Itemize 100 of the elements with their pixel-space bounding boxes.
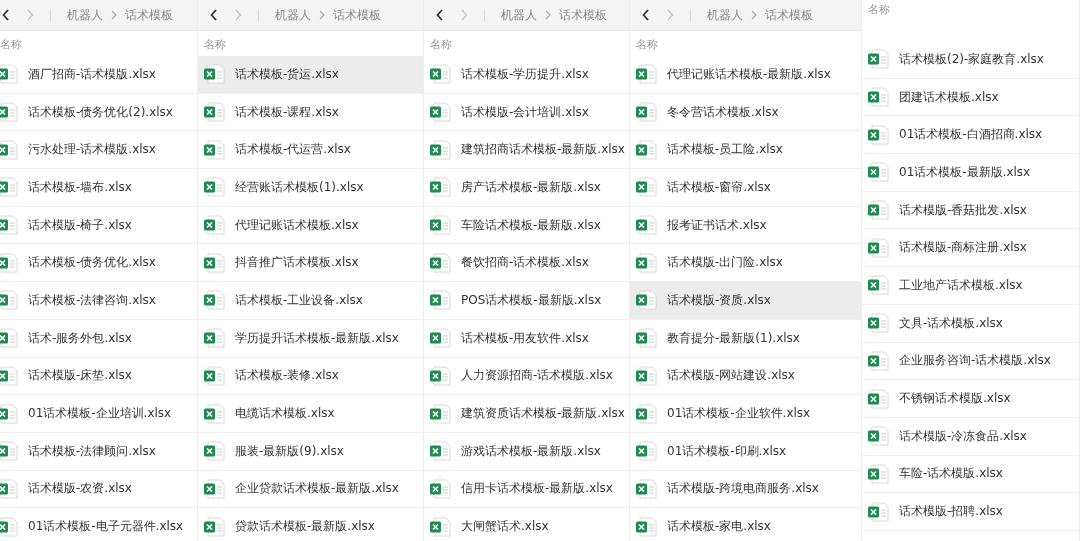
file-row[interactable]: 话术模板-货运.xlsx: [198, 56, 423, 94]
file-row[interactable]: 话术模版-招聘.xlsx: [862, 493, 1079, 531]
file-row[interactable]: 话术模板-用友软件.xlsx: [424, 319, 629, 358]
file-row[interactable]: 话术模版-会计培训.xlsx: [424, 93, 629, 132]
file-name: 话术模板-用友软件.xlsx: [461, 329, 589, 347]
back-icon[interactable]: [436, 9, 444, 21]
file-row[interactable]: 学历提升话术模板-最新版.xlsx: [198, 319, 423, 358]
file-row[interactable]: 经营账话术模板(1).xlsx: [198, 169, 423, 207]
spreadsheet-file-icon: [635, 252, 657, 273]
chevron-icon: [319, 10, 325, 20]
file-name: 文具-话术模板.xlsx: [899, 314, 1003, 332]
file-row[interactable]: 01话术模板-最新版.xlsx: [862, 154, 1079, 192]
file-row[interactable]: 电缆话术模板.xlsx: [198, 395, 423, 433]
file-name: 话术模版-香菇批发.xlsx: [899, 201, 1027, 219]
spreadsheet-file-icon: [635, 177, 657, 198]
file-name: 话术模板-代运营.xlsx: [235, 141, 351, 159]
file-row[interactable]: 企业服务咨询-话术模版.xlsx: [862, 342, 1079, 381]
file-name: 话术模板(2)-家庭教育.xlsx: [899, 50, 1044, 68]
file-row[interactable]: 报考证书话术.xlsx: [630, 206, 861, 245]
file-row[interactable]: 话术模版-椅子.xlsx: [0, 206, 197, 245]
file-row[interactable]: 01话术模板-印刷.xlsx: [630, 432, 861, 471]
back-icon[interactable]: [642, 9, 650, 21]
file-row[interactable]: 01话术模板-白酒招商.xlsx: [862, 116, 1079, 155]
spreadsheet-file-icon: [635, 290, 657, 311]
file-row[interactable]: 01话术模板-电子元器件.xlsx: [0, 508, 197, 541]
file-row[interactable]: 团建话术模板.xlsx: [862, 78, 1079, 117]
file-name: 话术模板-工业设备.xlsx: [235, 291, 363, 309]
file-row[interactable]: 车险话术模板-最新版.xlsx: [424, 206, 629, 245]
file-row[interactable]: 话术模版-农资.xlsx: [0, 470, 197, 509]
spreadsheet-file-icon: [429, 64, 451, 85]
file-row[interactable]: 话术模板-法律顾问.xlsx: [0, 432, 197, 471]
file-row[interactable]: 话术模板-窗帘.xlsx: [630, 169, 861, 207]
file-row[interactable]: 代理记账话术模板-最新版.xlsx: [630, 56, 861, 94]
file-row[interactable]: 服装-最新版(9).xlsx: [198, 432, 423, 471]
spreadsheet-file-icon: [429, 215, 451, 236]
file-row[interactable]: 酒厂招商-话术模版.xlsx: [0, 56, 197, 94]
file-name: 话术模板-装修.xlsx: [235, 367, 339, 385]
file-row[interactable]: 话术模板(2)-家庭教育.xlsx: [862, 41, 1079, 79]
file-row[interactable]: 话术模板-课程.xlsx: [198, 93, 423, 132]
file-row[interactable]: 抖音推广话术模板.xlsx: [198, 244, 423, 283]
file-row[interactable]: 话术-服务外包.xlsx: [0, 319, 197, 358]
file-row[interactable]: 01话术模板-企业软件.xlsx: [630, 395, 861, 433]
file-name: 建筑招商话术模板-最新版.xlsx: [461, 141, 625, 159]
spreadsheet-file-icon: [203, 441, 225, 462]
file-name: 话术模版-网站建设.xlsx: [667, 367, 795, 385]
file-row[interactable]: 教育提分-最新版(1).xlsx: [630, 319, 861, 358]
file-row[interactable]: 代理记账话术模板.xlsx: [198, 206, 423, 245]
spreadsheet-file-icon: [635, 328, 657, 349]
file-row[interactable]: 人力资源招商-话术模版.xlsx: [424, 357, 629, 396]
file-row[interactable]: 话术模板-工业设备.xlsx: [198, 282, 423, 320]
file-row[interactable]: 企业贷款话术模板-最新版.xlsx: [198, 470, 423, 509]
file-row[interactable]: 01话术模板-企业培训.xlsx: [0, 395, 197, 433]
spreadsheet-file-icon: [867, 124, 889, 145]
file-row[interactable]: 话术模版-冷冻食品.xlsx: [862, 417, 1079, 456]
file-name: 话术模版-招聘.xlsx: [899, 503, 1003, 521]
file-row[interactable]: 话术模板-装修.xlsx: [198, 357, 423, 396]
file-row[interactable]: 餐饮招商-话术模板.xlsx: [424, 244, 629, 283]
file-name: 报考证书话术.xlsx: [667, 216, 767, 234]
file-row[interactable]: 冬令营话术模板.xlsx: [630, 93, 861, 132]
file-row[interactable]: 建筑资质话术模板-最新版.xlsx: [424, 395, 629, 433]
file-row[interactable]: 话术模板-墙布.xlsx: [0, 169, 197, 207]
back-icon[interactable]: [2, 9, 10, 21]
file-row[interactable]: 话术模版-商标注册.xlsx: [862, 229, 1079, 268]
file-name: 01话术模板-企业软件.xlsx: [667, 405, 811, 423]
file-name: 话术模版-冷冻食品.xlsx: [899, 427, 1027, 445]
file-row[interactable]: 话术模版-跨境电商服务.xlsx: [630, 470, 861, 509]
file-name: 服装-最新版(9).xlsx: [235, 442, 344, 460]
file-row[interactable]: POS话术模板-最新版.xlsx: [424, 282, 629, 320]
file-row[interactable]: 话术模版-网站建设.xlsx: [630, 357, 861, 396]
file-name: 话术模板-墙布.xlsx: [28, 178, 132, 196]
file-row[interactable]: 贷款话术模板-最新版.xlsx: [198, 508, 423, 541]
file-row[interactable]: 车险-话术模版.xlsx: [862, 455, 1079, 494]
file-row[interactable]: 话术模版-资质.xlsx: [630, 282, 861, 320]
spreadsheet-file-icon: [867, 350, 889, 371]
file-row[interactable]: 游戏话术模板-最新版.xlsx: [424, 432, 629, 471]
file-row[interactable]: 建筑招商话术模板-最新版.xlsx: [424, 131, 629, 170]
spreadsheet-file-icon: [429, 290, 451, 311]
file-row[interactable]: 话术模板-法律咨询.xlsx: [0, 282, 197, 320]
file-row[interactable]: 大闸蟹话术.xlsx: [424, 508, 629, 541]
file-row[interactable]: 房产话术模板-最新版.xlsx: [424, 169, 629, 207]
spreadsheet-file-icon: [203, 177, 225, 198]
file-row[interactable]: 话术模板-代运营.xlsx: [198, 131, 423, 170]
file-name: 企业服务咨询-话术模版.xlsx: [899, 352, 1051, 370]
file-row[interactable]: 信用卡话术模板-最新版.xlsx: [424, 470, 629, 509]
file-row[interactable]: 话术模版-香菇批发.xlsx: [862, 191, 1079, 230]
file-row[interactable]: 工业地产话术模板.xlsx: [862, 267, 1079, 305]
file-row[interactable]: 话术模板-家电.xlsx: [630, 508, 861, 541]
file-row[interactable]: 话术模版-床垫.xlsx: [0, 357, 197, 396]
file-row[interactable]: 话术模板-学历提升.xlsx: [424, 56, 629, 94]
file-row[interactable]: 话术模板-债务优化.xlsx: [0, 244, 197, 283]
back-icon[interactable]: [210, 9, 218, 21]
file-row[interactable]: 污水处理-话术模版.xlsx: [0, 131, 197, 170]
file-row[interactable]: 话术模板-员工险.xlsx: [630, 131, 861, 170]
file-name: 话术模板-学历提升.xlsx: [461, 65, 589, 83]
spreadsheet-file-icon: [867, 200, 889, 221]
file-name: 话术模版-农资.xlsx: [28, 480, 132, 498]
file-row[interactable]: 话术模板-债务优化(2).xlsx: [0, 93, 197, 132]
file-row[interactable]: 文具-话术模板.xlsx: [862, 304, 1079, 343]
file-name: 冬令营话术模板.xlsx: [667, 103, 779, 121]
file-row[interactable]: 不锈钢话术模版.xlsx: [862, 380, 1079, 418]
